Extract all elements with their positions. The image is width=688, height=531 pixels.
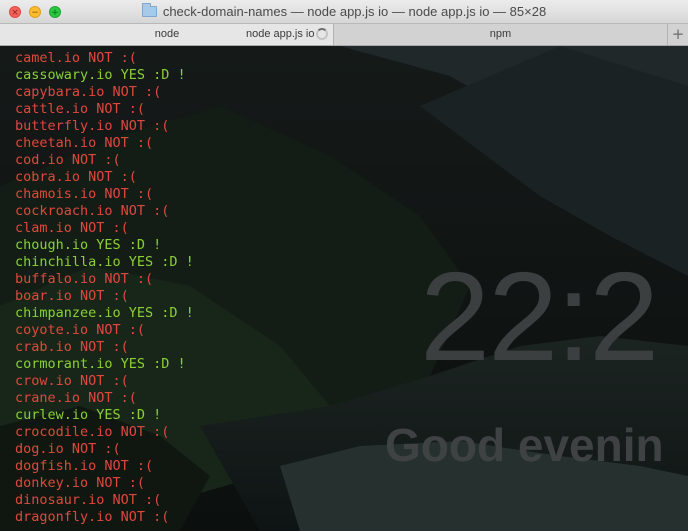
terminal-line-taken: dinosaur.io NOT :( — [15, 492, 162, 508]
tab-npm-label: npm — [489, 28, 512, 40]
terminal-output-area[interactable]: 22:2 Good evenin camel.io NOT :(cassowar… — [0, 46, 688, 531]
terminal-line-taken: cattle.io NOT :( — [15, 101, 146, 117]
terminal-line-taken: clam.io NOT :( — [15, 220, 129, 236]
terminal-line-taken: capybara.io NOT :( — [15, 84, 162, 100]
terminal-line-available: chimpanzee.io YES :D ! — [15, 305, 194, 321]
tab-node[interactable]: node node app.js io — [0, 24, 334, 45]
terminal-line-taken: boar.io NOT :( — [15, 288, 129, 304]
terminal-lines: camel.io NOT :(cassowary.io YES :D ! capy… — [15, 50, 194, 526]
terminal-line-taken: crane.io NOT :( — [15, 390, 137, 406]
terminal-line-taken: dragonfly.io NOT :( — [15, 509, 170, 525]
terminal-line-taken: cheetah.io NOT :( — [15, 135, 154, 151]
tab-node-app-label: node app.js io — [246, 28, 315, 40]
background-greeting: Good evenin — [385, 419, 664, 471]
tab-bar: node node app.js io npm + — [0, 24, 688, 46]
terminal-line-taken: donkey.io NOT :( — [15, 475, 146, 491]
terminal-line-taken: dog.io NOT :( — [15, 441, 121, 457]
terminal-line-taken: crab.io NOT :( — [15, 339, 129, 355]
loading-spinner-icon — [316, 28, 328, 40]
terminal-line-available: chinchilla.io YES :D ! — [15, 254, 194, 270]
terminal-line-taken: coyote.io NOT :( — [15, 322, 146, 338]
terminal-line-taken: cockroach.io NOT :( — [15, 203, 170, 219]
window-title: check-domain-names — node app.js io — no… — [162, 4, 547, 19]
terminal-line-available: cassowary.io YES :D ! — [15, 67, 186, 83]
terminal-line-taken: buffalo.io NOT :( — [15, 271, 154, 287]
terminal-line-taken: dogfish.io NOT :( — [15, 458, 154, 474]
terminal-line-taken: crow.io NOT :( — [15, 373, 129, 389]
terminal-line-available: chough.io YES :D ! — [15, 237, 162, 253]
folder-icon — [141, 3, 157, 17]
background-clock: 22:2 — [420, 246, 659, 387]
terminal-line-taken: cobra.io NOT :( — [15, 169, 137, 185]
tab-npm[interactable]: npm — [334, 24, 668, 45]
terminal-line-taken: butterfly.io NOT :( — [15, 118, 170, 134]
terminal-window: × − + check-domain-names — node app.js i… — [0, 0, 688, 531]
terminal-line-taken: camel.io NOT :( — [15, 50, 137, 66]
terminal-line-taken: cod.io NOT :( — [15, 152, 121, 168]
title-bar[interactable]: × − + check-domain-names — node app.js i… — [0, 0, 688, 24]
terminal-line-available: curlew.io YES :D ! — [15, 407, 162, 423]
window-title-container: check-domain-names — node app.js io — no… — [0, 0, 688, 24]
new-tab-button[interactable]: + — [668, 24, 688, 45]
terminal-line-taken: crocodile.io NOT :( — [15, 424, 170, 440]
terminal-line-taken: chamois.io NOT :( — [15, 186, 154, 202]
terminal-line-available: cormorant.io YES :D ! — [15, 356, 186, 372]
